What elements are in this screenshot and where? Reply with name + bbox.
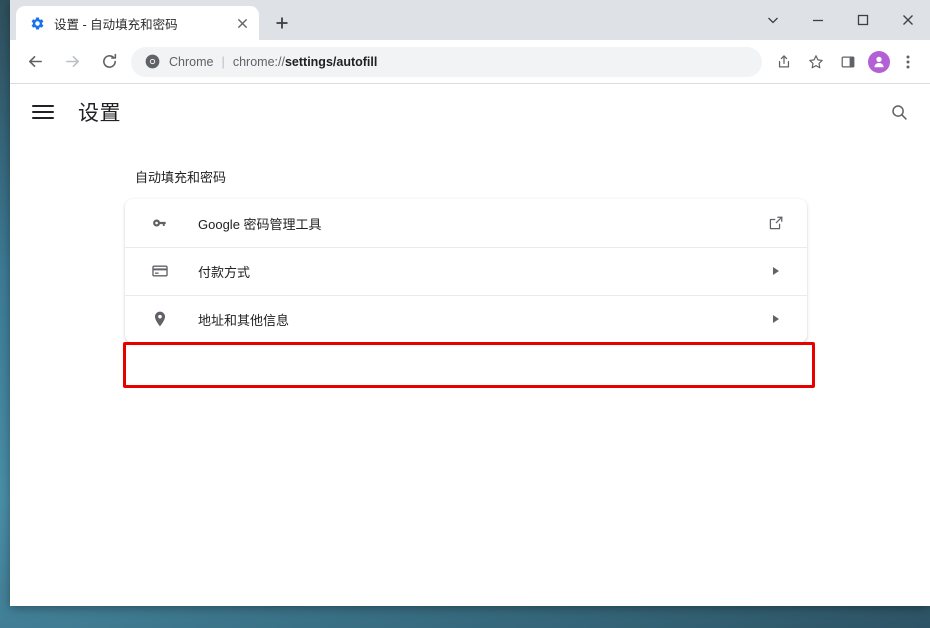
tab-title: 设置 - 自动填充和密码 xyxy=(54,17,178,32)
bookmark-star-icon[interactable] xyxy=(802,48,830,76)
search-icon[interactable] xyxy=(884,97,914,127)
browser-toolbar: Chrome | chrome://settings/autofill xyxy=(10,40,930,84)
address-bar[interactable]: Chrome | chrome://settings/autofill xyxy=(131,46,762,77)
tab-search-chevron-down-icon[interactable] xyxy=(750,0,795,40)
settings-content: 自动填充和密码 Google 密码管理工具 付款方式 地址和其他信息 xyxy=(10,140,930,343)
reload-button[interactable] xyxy=(94,47,124,77)
section-heading: 自动填充和密码 xyxy=(135,170,227,185)
share-icon[interactable] xyxy=(770,48,798,76)
tab-strip: 设置 - 自动填充和密码 xyxy=(10,0,930,40)
open-in-new-icon[interactable] xyxy=(765,212,787,234)
side-panel-icon[interactable] xyxy=(834,48,862,76)
back-button[interactable] xyxy=(20,47,50,77)
omnibox-url-text: chrome://settings/autofill xyxy=(233,55,377,69)
chrome-menu-button[interactable] xyxy=(894,48,922,76)
url-emphasis: settings/autofill xyxy=(284,54,378,69)
settings-row-addresses[interactable]: 地址和其他信息 xyxy=(125,295,807,343)
settings-header: 设置 xyxy=(10,84,930,140)
browser-tab-settings[interactable]: 设置 - 自动填充和密码 xyxy=(16,6,259,40)
credit-card-icon xyxy=(149,260,171,282)
chrome-browser-window: 设置 - 自动填充和密码 Chrome | chrome://settings/… xyxy=(10,0,930,606)
key-icon xyxy=(149,212,171,234)
omnibox-separator: | xyxy=(221,54,225,69)
window-close-button[interactable] xyxy=(885,0,930,40)
forward-button xyxy=(57,47,87,77)
desktop-background: 设置 - 自动填充和密码 Chrome | chrome://settings/… xyxy=(0,0,930,628)
chevron-right-icon[interactable] xyxy=(765,308,787,330)
chevron-right-glyph xyxy=(773,315,779,323)
url-prefix: chrome:// xyxy=(232,54,285,69)
chevron-right-icon[interactable] xyxy=(765,260,787,282)
window-controls xyxy=(750,0,930,40)
page-title: 设置 xyxy=(78,102,121,125)
settings-row-label: 地址和其他信息 xyxy=(198,312,290,328)
hamburger-menu-icon[interactable] xyxy=(32,99,58,125)
autofill-card: Google 密码管理工具 付款方式 地址和其他信息 xyxy=(125,199,807,343)
settings-gear-icon xyxy=(29,15,45,31)
chevron-right-glyph xyxy=(773,267,779,275)
window-minimize-button[interactable] xyxy=(795,0,840,40)
chrome-logo-icon xyxy=(144,54,160,70)
omnibox-chrome-chip: Chrome xyxy=(169,54,214,69)
new-tab-button[interactable] xyxy=(268,9,296,37)
settings-row-payment-methods[interactable]: 付款方式 xyxy=(125,247,807,295)
tab-close-button[interactable] xyxy=(233,14,251,32)
settings-row-label: Google 密码管理工具 xyxy=(198,216,322,232)
profile-avatar[interactable] xyxy=(868,50,890,73)
settings-row-password-manager[interactable]: Google 密码管理工具 xyxy=(125,199,807,247)
annotation-highlight-box xyxy=(123,342,815,388)
settings-page: 设置 自动填充和密码 Google 密码管理工具 付款方式 地址和其他信息 xyxy=(10,84,930,605)
settings-row-label: 付款方式 xyxy=(198,264,251,280)
window-maximize-button[interactable] xyxy=(840,0,885,40)
location-pin-icon xyxy=(149,308,171,330)
